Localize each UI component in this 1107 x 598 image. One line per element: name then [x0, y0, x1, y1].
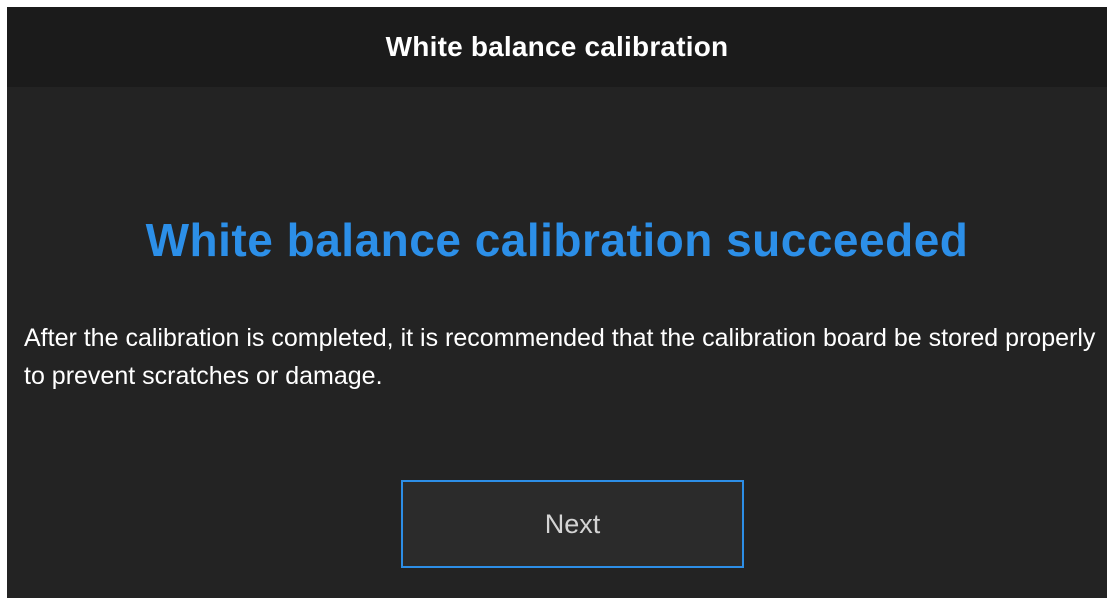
next-button[interactable]: Next — [401, 480, 744, 568]
calibration-dialog: White balance calibration White balance … — [7, 7, 1107, 598]
dialog-title-bar: White balance calibration — [7, 7, 1107, 87]
info-message: After the calibration is completed, it i… — [24, 324, 1096, 390]
dialog-title: White balance calibration — [385, 31, 729, 62]
dialog-content: White balance calibration succeeded Afte… — [7, 87, 1107, 598]
success-headline: White balance calibration succeeded — [145, 214, 969, 266]
